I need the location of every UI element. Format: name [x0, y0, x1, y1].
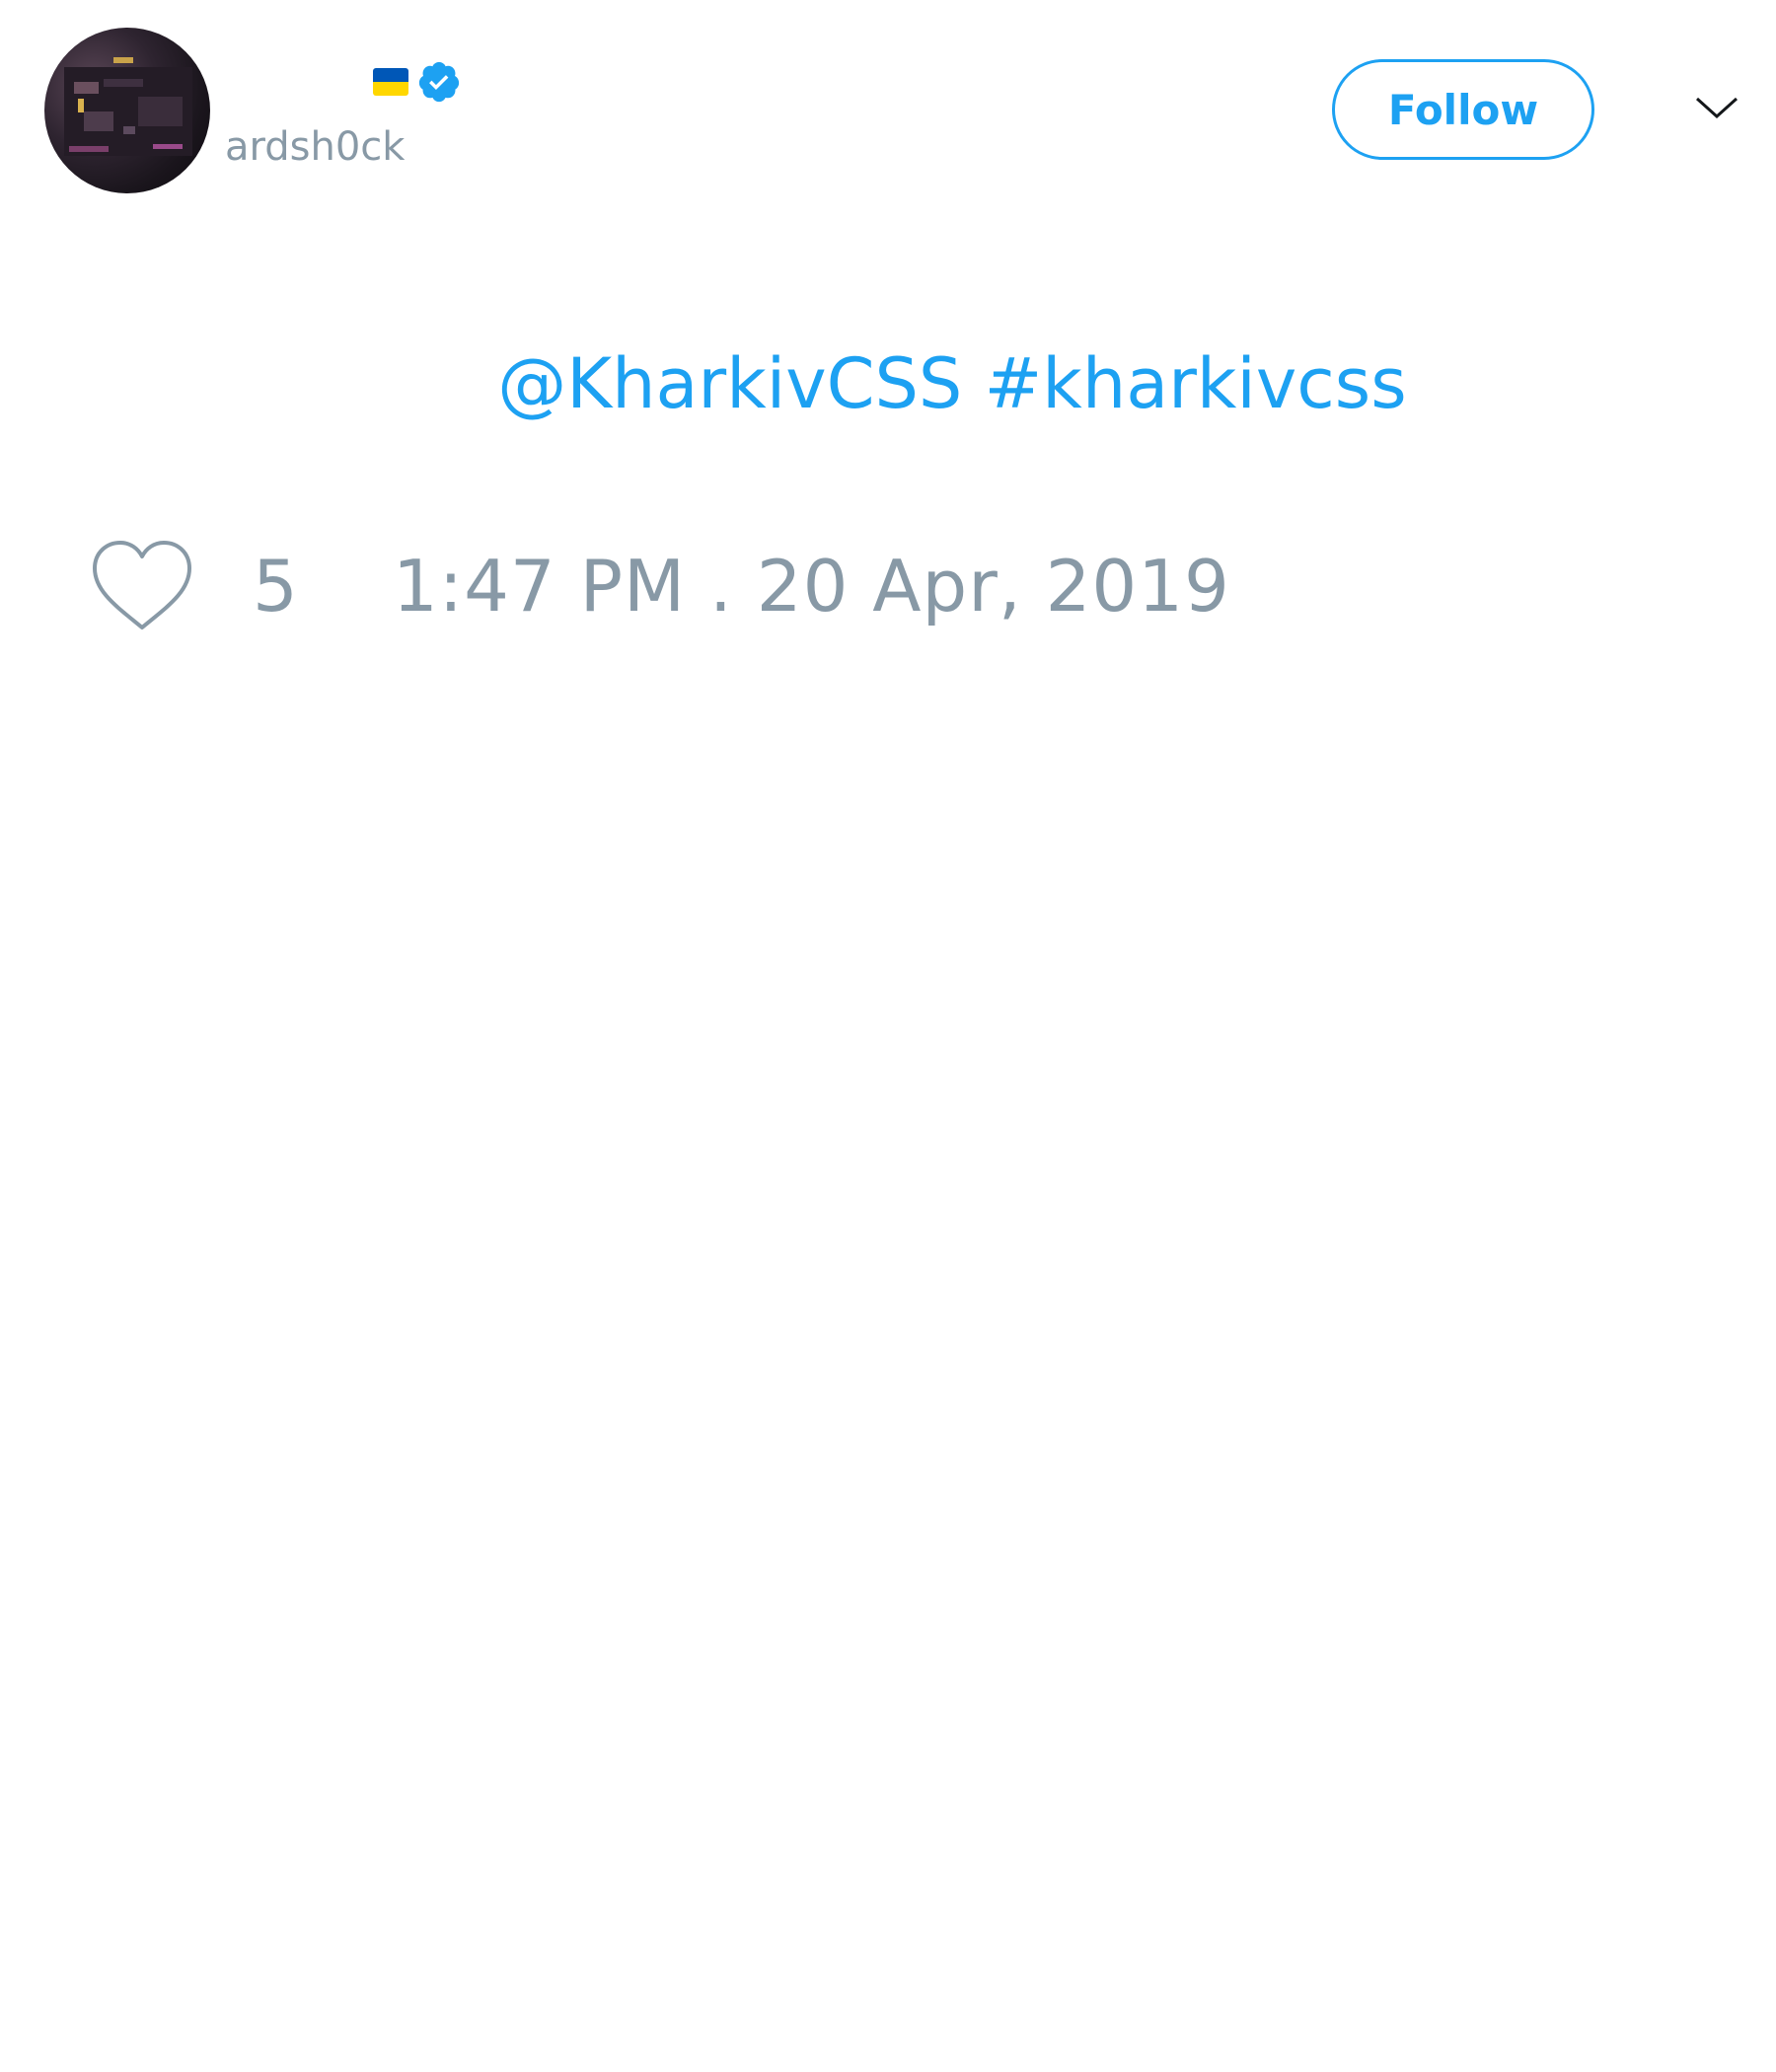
author-handle[interactable]: ardsh0ck — [225, 124, 405, 170]
flag-yellow-stripe — [373, 82, 408, 96]
follow-button[interactable]: Follow — [1332, 59, 1594, 160]
hashtag-link[interactable]: #kharkivcss — [985, 343, 1407, 424]
avatar[interactable] — [44, 28, 210, 193]
verified-badge-icon — [418, 61, 460, 103]
mention-link[interactable]: @KharkivCSS — [497, 343, 962, 424]
heart-icon[interactable] — [89, 537, 195, 635]
tweet-timestamp[interactable]: 1:47 PM . 20 Apr, 2019 — [393, 545, 1230, 628]
tweet-header: ardsh0ck Follow — [0, 0, 1776, 217]
flag-blue-stripe — [373, 68, 408, 82]
display-name-row — [373, 57, 462, 107]
avatar-image — [64, 57, 192, 156]
tweet-text: @KharkivCSS #kharkivcss — [0, 343, 1776, 424]
like-count: 5 — [253, 545, 298, 628]
tweet-footer: 5 1:47 PM . 20 Apr, 2019 — [0, 533, 1776, 651]
ukraine-flag-icon — [373, 68, 408, 96]
chevron-down-icon[interactable] — [1693, 89, 1740, 128]
